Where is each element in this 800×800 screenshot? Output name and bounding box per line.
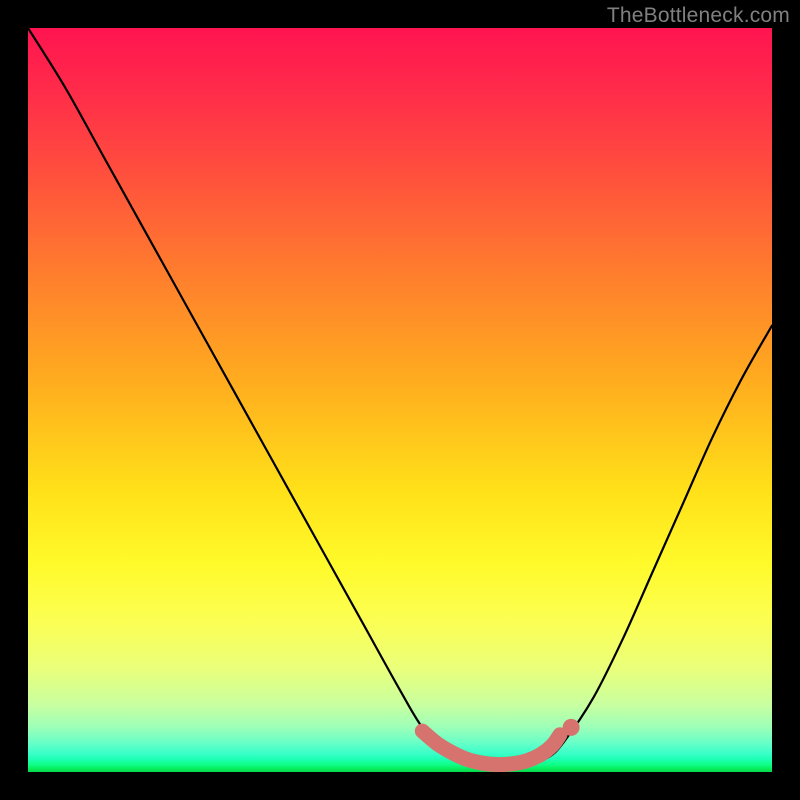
highlight-end-dot — [563, 719, 580, 736]
bottleneck-curve — [28, 28, 772, 765]
chart-frame: TheBottleneck.com — [0, 0, 800, 800]
minimum-highlight-stroke — [422, 731, 560, 765]
watermark-text: TheBottleneck.com — [607, 4, 790, 28]
plot-area — [28, 28, 772, 772]
curve-layer — [28, 28, 772, 772]
